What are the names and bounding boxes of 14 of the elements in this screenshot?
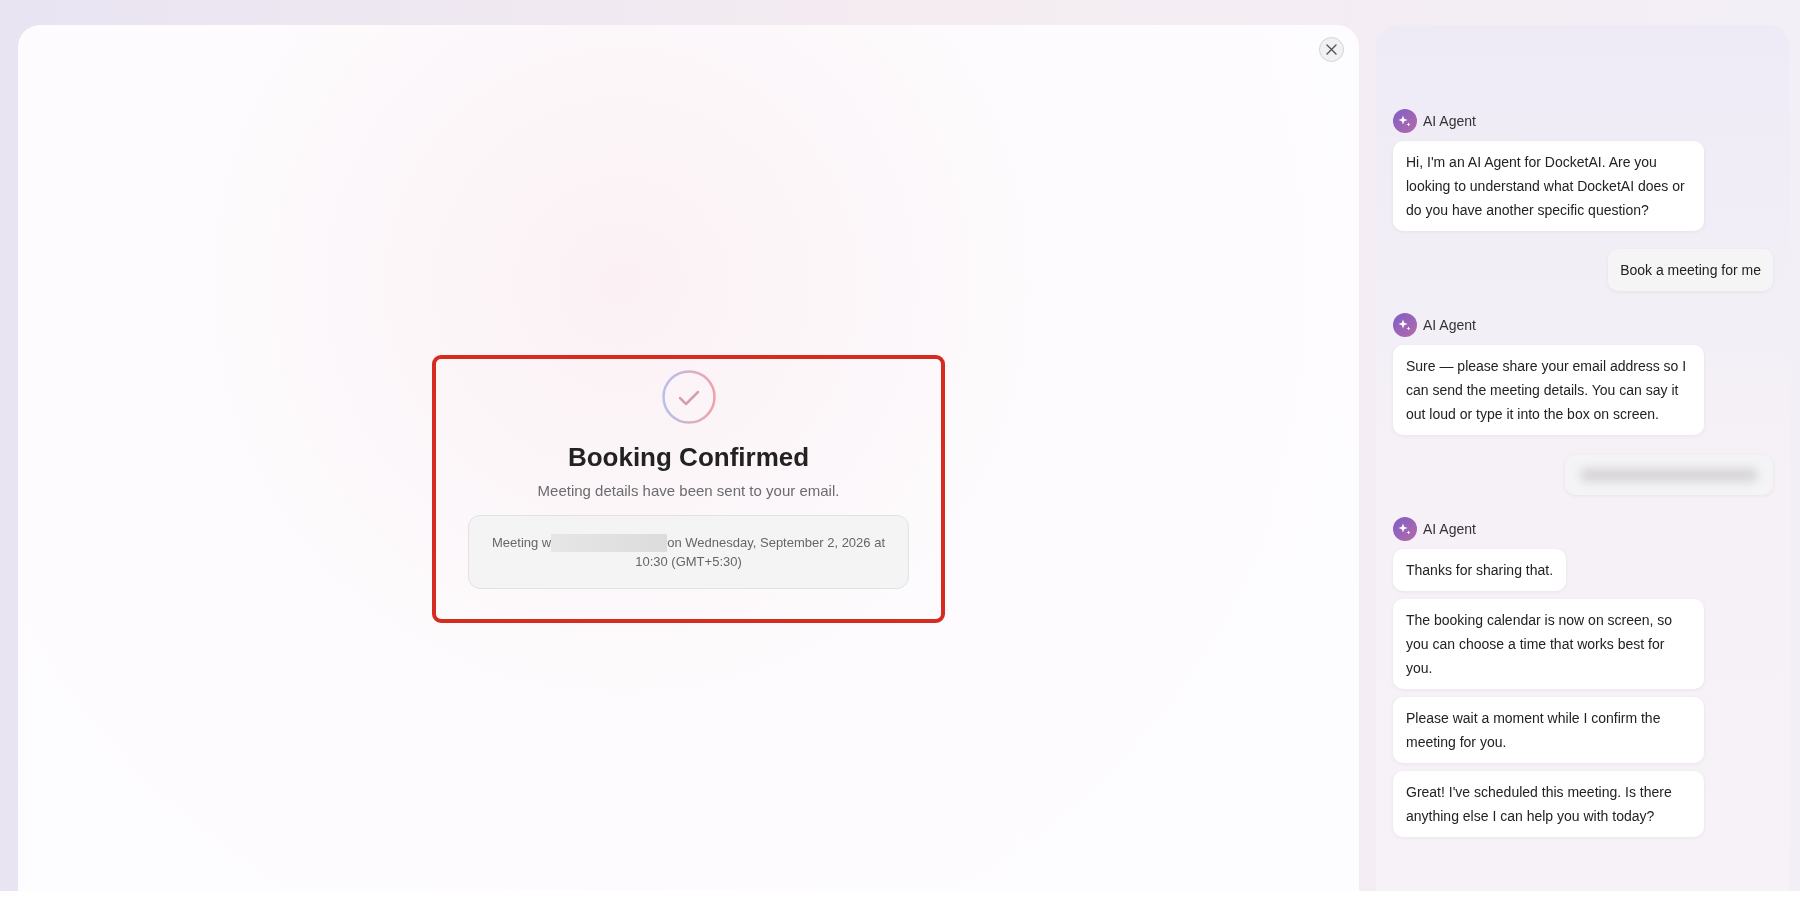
agent-message: Thanks for sharing that. bbox=[1393, 549, 1567, 591]
agent-message: The booking calendar is now on screen, so you can choose a time that works best for you. bbox=[1393, 599, 1704, 689]
confirmation-title: Booking Confirmed bbox=[567, 441, 810, 473]
sender-name: AI Agent bbox=[1423, 111, 1476, 131]
details-text: Meeting w bbox=[492, 534, 552, 550]
details-text: on Wednesday, September 2, 2026 at 10:30 (GMT+5:30) bbox=[635, 534, 885, 570]
sender-name: AI Agent bbox=[1423, 315, 1476, 335]
agent-message: Great! I've scheduled this meeting. Is there anything else I can help you with today? bbox=[1393, 771, 1704, 837]
agent-message: Please wait a moment while I confirm the meeting for you. bbox=[1393, 697, 1704, 763]
agent-message: Sure — please share your email address so I can send the meeting details. You can say it out loud or type it into the box on screen. bbox=[1393, 345, 1704, 435]
user-message: Book a meeting for me bbox=[1608, 249, 1773, 291]
sender-name: AI Agent bbox=[1423, 519, 1476, 539]
agent-message: Hi, I'm an AI Agent for DocketAI. Are you looking to understand what DocketAI does or do you have another specific question? bbox=[1393, 141, 1704, 231]
confirmation-subtitle: Meeting details have been sent to your email. bbox=[537, 481, 840, 501]
